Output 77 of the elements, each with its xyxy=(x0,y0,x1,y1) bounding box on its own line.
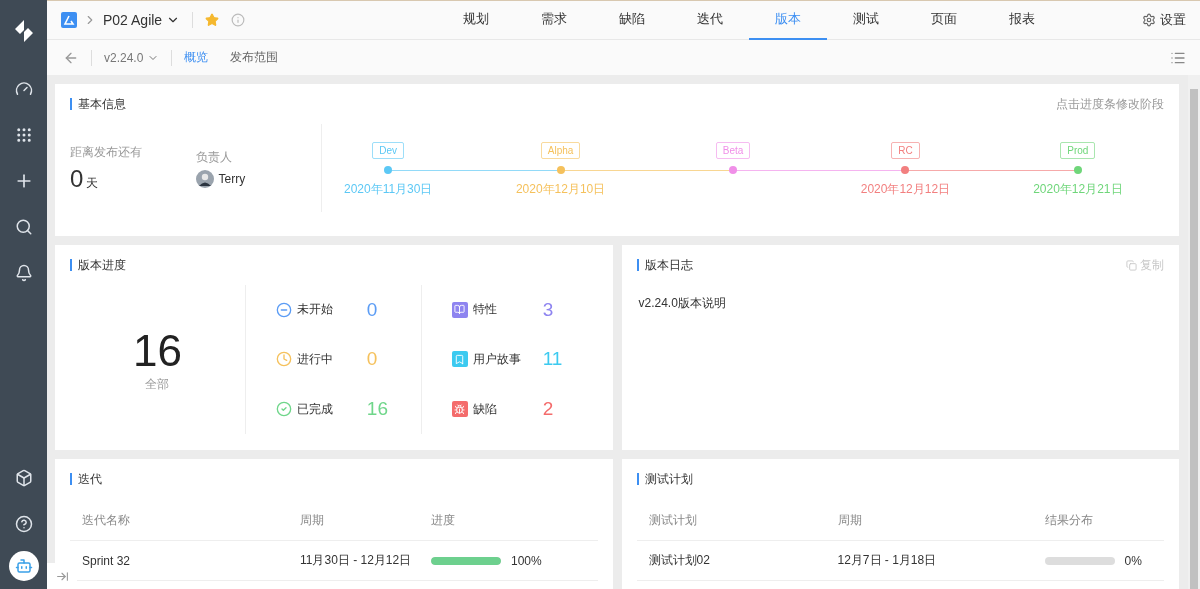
copy-icon xyxy=(1126,259,1137,271)
column-header: 结果分布 xyxy=(1044,512,1094,529)
cube-icon[interactable] xyxy=(14,469,33,487)
type-count: 11 xyxy=(542,348,563,371)
progress-reading: 100% xyxy=(511,553,542,568)
nav-tab[interactable]: 迭代 xyxy=(670,0,749,40)
table-cell-text: Sprint 32 xyxy=(82,553,132,568)
countdown-unit: 天 xyxy=(86,175,99,190)
search-icon[interactable] xyxy=(14,218,33,236)
status-count: 0 xyxy=(366,298,378,321)
stage-dot[interactable] xyxy=(901,165,910,174)
card-title: 迭代 xyxy=(70,473,102,485)
type-count: 2 xyxy=(542,398,554,421)
stage-dot[interactable] xyxy=(1073,165,1082,174)
robot-avatar[interactable] xyxy=(8,551,39,581)
progress-reading: 0% xyxy=(1124,553,1142,568)
table-cell-text: 11月30日 - 12月12日 xyxy=(300,552,413,569)
countdown-value: 0 xyxy=(70,164,84,192)
table-cell-text: 测试计划02 xyxy=(648,552,711,569)
stage-date: 2020年11月30日 xyxy=(343,180,433,195)
stage-dot[interactable] xyxy=(384,165,393,174)
bell-icon[interactable] xyxy=(14,264,33,282)
stage-dot[interactable] xyxy=(729,165,737,174)
owner-label: 负责人 xyxy=(195,148,233,166)
card-title: 基本信息 xyxy=(70,98,126,110)
check-circle-icon xyxy=(275,401,292,418)
nav-tab[interactable]: 页面 xyxy=(904,0,983,40)
version-select[interactable]: v2.24.0 xyxy=(104,50,160,65)
countdown-label: 距离发布还有 xyxy=(70,143,143,161)
table-cell-text: 12月7日 - 1月18日 xyxy=(837,552,938,569)
stage-date: 2020年12月10日 xyxy=(515,180,606,195)
settings-icon xyxy=(1142,13,1156,27)
type-label: 用户故事 xyxy=(472,351,522,368)
card-title: 版本日志 xyxy=(636,259,693,271)
status-count: 0 xyxy=(366,348,378,371)
status-count: 16 xyxy=(366,398,388,421)
column-header: 周期 xyxy=(837,512,863,529)
info-icon[interactable] xyxy=(231,13,246,27)
hint-text: 点击进度条修改阶段 xyxy=(1056,95,1164,113)
project-icon xyxy=(61,12,77,28)
card-title: 版本进度 xyxy=(70,259,126,271)
type-count: 3 xyxy=(542,298,554,321)
star-icon[interactable] xyxy=(205,13,220,27)
nav-tab[interactable]: 规划 xyxy=(436,0,515,40)
help-icon[interactable] xyxy=(14,515,33,533)
scroll-bar[interactable] xyxy=(1188,75,1200,589)
total-label: 全部 xyxy=(145,376,170,393)
dashboard-icon[interactable] xyxy=(14,80,33,98)
total-count: 16 xyxy=(132,326,182,376)
settings-button[interactable]: 设置 xyxy=(1142,11,1186,29)
column-header: 进度 xyxy=(431,512,456,529)
arrow-to-line-icon xyxy=(55,569,69,583)
column-header: 测试计划 xyxy=(648,512,698,529)
avatar xyxy=(195,169,214,188)
status-label: 未开始 xyxy=(296,301,334,319)
column-header: 迭代名称 xyxy=(82,512,131,529)
stage-dot[interactable] xyxy=(556,165,565,174)
nav-tab[interactable]: 测试 xyxy=(826,0,905,40)
nav-tab[interactable]: 需求 xyxy=(514,0,593,40)
nav-tab[interactable]: 报表 xyxy=(982,0,1061,40)
nav-tab[interactable]: 缺陷 xyxy=(592,0,671,40)
card-title: 测试计划 xyxy=(636,473,693,485)
type-label: 缺陷 xyxy=(472,400,498,418)
owner-name: Terry xyxy=(218,171,246,186)
column-header: 周期 xyxy=(300,512,325,529)
stage-date: 2020年12月21日 xyxy=(1033,180,1123,195)
status-label: 进行中 xyxy=(296,351,334,368)
type-label: 特性 xyxy=(472,301,498,319)
log-text: v2.24.0版本说明 xyxy=(637,295,727,312)
view-tab[interactable]: 发布范围 xyxy=(230,49,279,66)
minus-circle-icon xyxy=(275,301,292,318)
stage-date: 2020年12月12日 xyxy=(860,180,951,195)
status-label: 已完成 xyxy=(296,400,334,418)
apps-icon[interactable] xyxy=(14,126,33,144)
project-name[interactable]: P02 Agile xyxy=(103,12,163,28)
clock-icon xyxy=(275,351,292,368)
view-tab[interactable]: 概览 xyxy=(184,49,209,66)
